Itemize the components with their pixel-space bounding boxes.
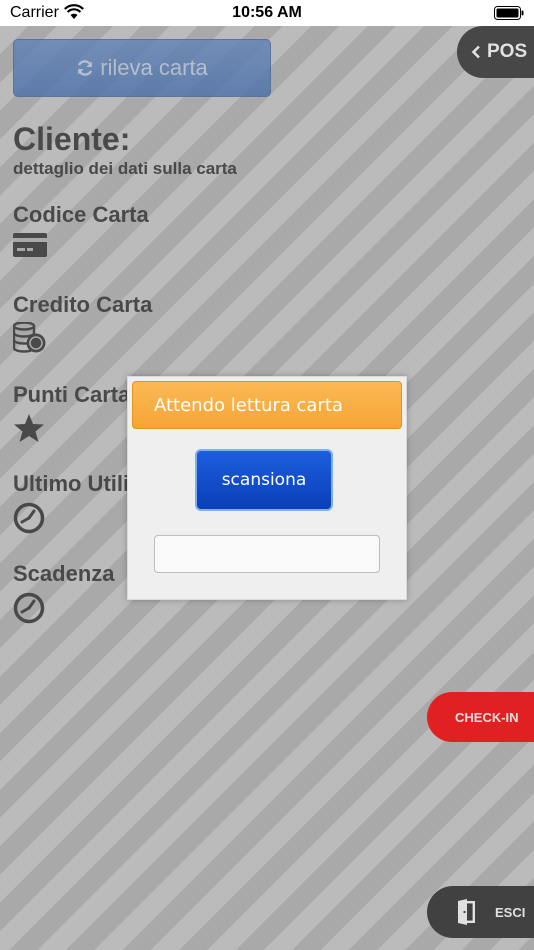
scansiona-label: scansiona <box>221 470 307 490</box>
scansiona-button[interactable]: scansiona <box>195 449 333 511</box>
app-screen: rileva carta POS Cliente: dettaglio dei … <box>0 26 534 950</box>
status-bar: Carrier 10:56 AM <box>0 0 534 26</box>
card-code-input[interactable] <box>154 535 380 573</box>
card-read-dialog: Attendo lettura carta scansiona <box>127 376 407 600</box>
status-time: 10:56 AM <box>232 4 302 21</box>
battery-icon <box>494 6 524 20</box>
dialog-title: Attendo lettura carta <box>132 381 402 429</box>
